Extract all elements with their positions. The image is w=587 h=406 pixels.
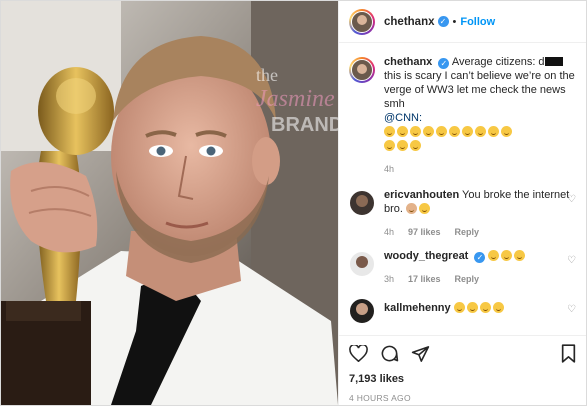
verified-badge-icon: ✓ (437, 16, 449, 27)
caption-body: chethanx ✓ Average citizens: d this is s… (384, 55, 576, 176)
tears-of-joy-emoji (466, 302, 478, 313)
comment-body: woody_thegreat ✓ 3h 17 likes Reply (384, 249, 576, 286)
rolling-on-floor-laughing-emoji (488, 250, 500, 261)
selfie-with-trophy-image: the Jasmine BRAND (1, 1, 338, 405)
redaction-bar (544, 57, 563, 66)
commenter-avatar[interactable] (349, 298, 375, 324)
watermark-brand: BRAND (271, 114, 338, 136)
comment-body: kallmehenny (384, 296, 576, 324)
separator-dot: • (452, 15, 457, 28)
comment-time[interactable]: 3h (384, 272, 394, 286)
author-avatar[interactable] (349, 8, 375, 35)
watermark-the: the (256, 65, 278, 85)
tears-of-joy-emoji (479, 302, 491, 313)
reply-button[interactable]: Reply (455, 272, 480, 286)
instagram-post: the Jasmine BRAND chethanx ✓ • Follow ch… (0, 0, 587, 406)
post-timestamp[interactable]: 4 HOURS AGO (349, 393, 576, 403)
share-icon[interactable] (411, 345, 430, 363)
mention-link[interactable]: @CNN: (384, 112, 422, 124)
rolling-on-floor-laughing-emoji (475, 126, 486, 137)
tears-of-joy-emoji (453, 302, 465, 313)
comment-item: woody_thegreat ✓ 3h 17 likes Reply ♡ (349, 249, 576, 286)
follow-button[interactable]: Follow (460, 16, 495, 28)
like-comment-heart-icon[interactable]: ♡ (567, 194, 576, 205)
rolling-on-floor-laughing-emoji (397, 126, 408, 137)
comment-likes[interactable]: 17 likes (408, 272, 441, 286)
comment-username[interactable]: kallmehenny (384, 302, 451, 314)
rolling-on-floor-laughing-emoji (462, 126, 473, 137)
tears-of-joy-emoji (419, 203, 431, 214)
rolling-on-floor-laughing-emoji (410, 140, 421, 151)
heart-icon[interactable] (349, 345, 368, 362)
caption: chethanx ✓ Average citizens: d this is s… (349, 55, 576, 176)
verified-badge-icon: ✓ (438, 58, 450, 69)
comment-likes[interactable]: 97 likes (408, 225, 441, 239)
comment-body: ericvanhouten You broke the internet bro… (384, 188, 576, 239)
caption-meta: 4h (384, 162, 576, 176)
like-comment-heart-icon[interactable]: ♡ (567, 255, 576, 266)
man-facepalming-emoji (406, 203, 418, 214)
commenter-avatar[interactable] (349, 190, 375, 216)
post-photo[interactable]: the Jasmine BRAND (1, 1, 338, 405)
rolling-on-floor-laughing-emoji (514, 250, 526, 261)
watermark-jasmine: Jasmine (256, 86, 335, 112)
comments-section: chethanx ✓ Average citizens: d this is s… (339, 43, 586, 335)
like-comment-heart-icon[interactable]: ♡ (567, 304, 576, 315)
rolling-on-floor-laughing-emoji (384, 126, 395, 137)
caption-avatar[interactable] (349, 57, 375, 83)
comment-meta: 3h 17 likes Reply (384, 272, 576, 286)
rolling-on-floor-laughing-emoji (449, 126, 460, 137)
comment-item: kallmehenny ♡ (349, 296, 576, 324)
comment-username[interactable]: woody_thegreat (384, 250, 468, 262)
post-side-panel: chethanx ✓ • Follow chethanx ✓ Average c… (338, 1, 586, 405)
rolling-on-floor-laughing-emoji (501, 250, 513, 261)
likes-count[interactable]: 7,193 likes (349, 373, 576, 385)
comment-username[interactable]: ericvanhouten (384, 189, 459, 201)
tears-of-joy-emoji (492, 302, 504, 313)
comment-item: ericvanhouten You broke the internet bro… (349, 188, 576, 239)
verified-badge-icon: ✓ (474, 252, 486, 263)
caption-text-after: this is scary I can’t believe we’re on t… (384, 70, 575, 110)
comment-time[interactable]: 4h (384, 225, 394, 239)
action-icons (349, 344, 576, 363)
reply-button[interactable]: Reply (455, 225, 480, 239)
author-username[interactable]: chethanx (384, 16, 435, 28)
post-header: chethanx ✓ • Follow (339, 1, 586, 43)
caption-time[interactable]: 4h (384, 162, 394, 176)
rolling-on-floor-laughing-emoji (436, 126, 447, 137)
caption-username[interactable]: chethanx (384, 56, 432, 68)
bookmark-icon[interactable] (561, 344, 576, 363)
rolling-on-floor-laughing-emoji (488, 126, 499, 137)
caption-text-before: Average citizens: d (451, 56, 545, 68)
commenter-avatar[interactable] (349, 251, 375, 277)
post-actions: 7,193 likes 4 HOURS AGO (339, 335, 586, 405)
rolling-on-floor-laughing-emoji (384, 140, 395, 151)
comment-icon[interactable] (380, 344, 399, 363)
rolling-on-floor-laughing-emoji (423, 126, 434, 137)
comment-meta: 4h 97 likes Reply (384, 225, 576, 239)
caption-emoji-row (384, 126, 514, 152)
rolling-on-floor-laughing-emoji (410, 126, 421, 137)
rolling-on-floor-laughing-emoji (397, 140, 408, 151)
rolling-on-floor-laughing-emoji (501, 126, 512, 137)
